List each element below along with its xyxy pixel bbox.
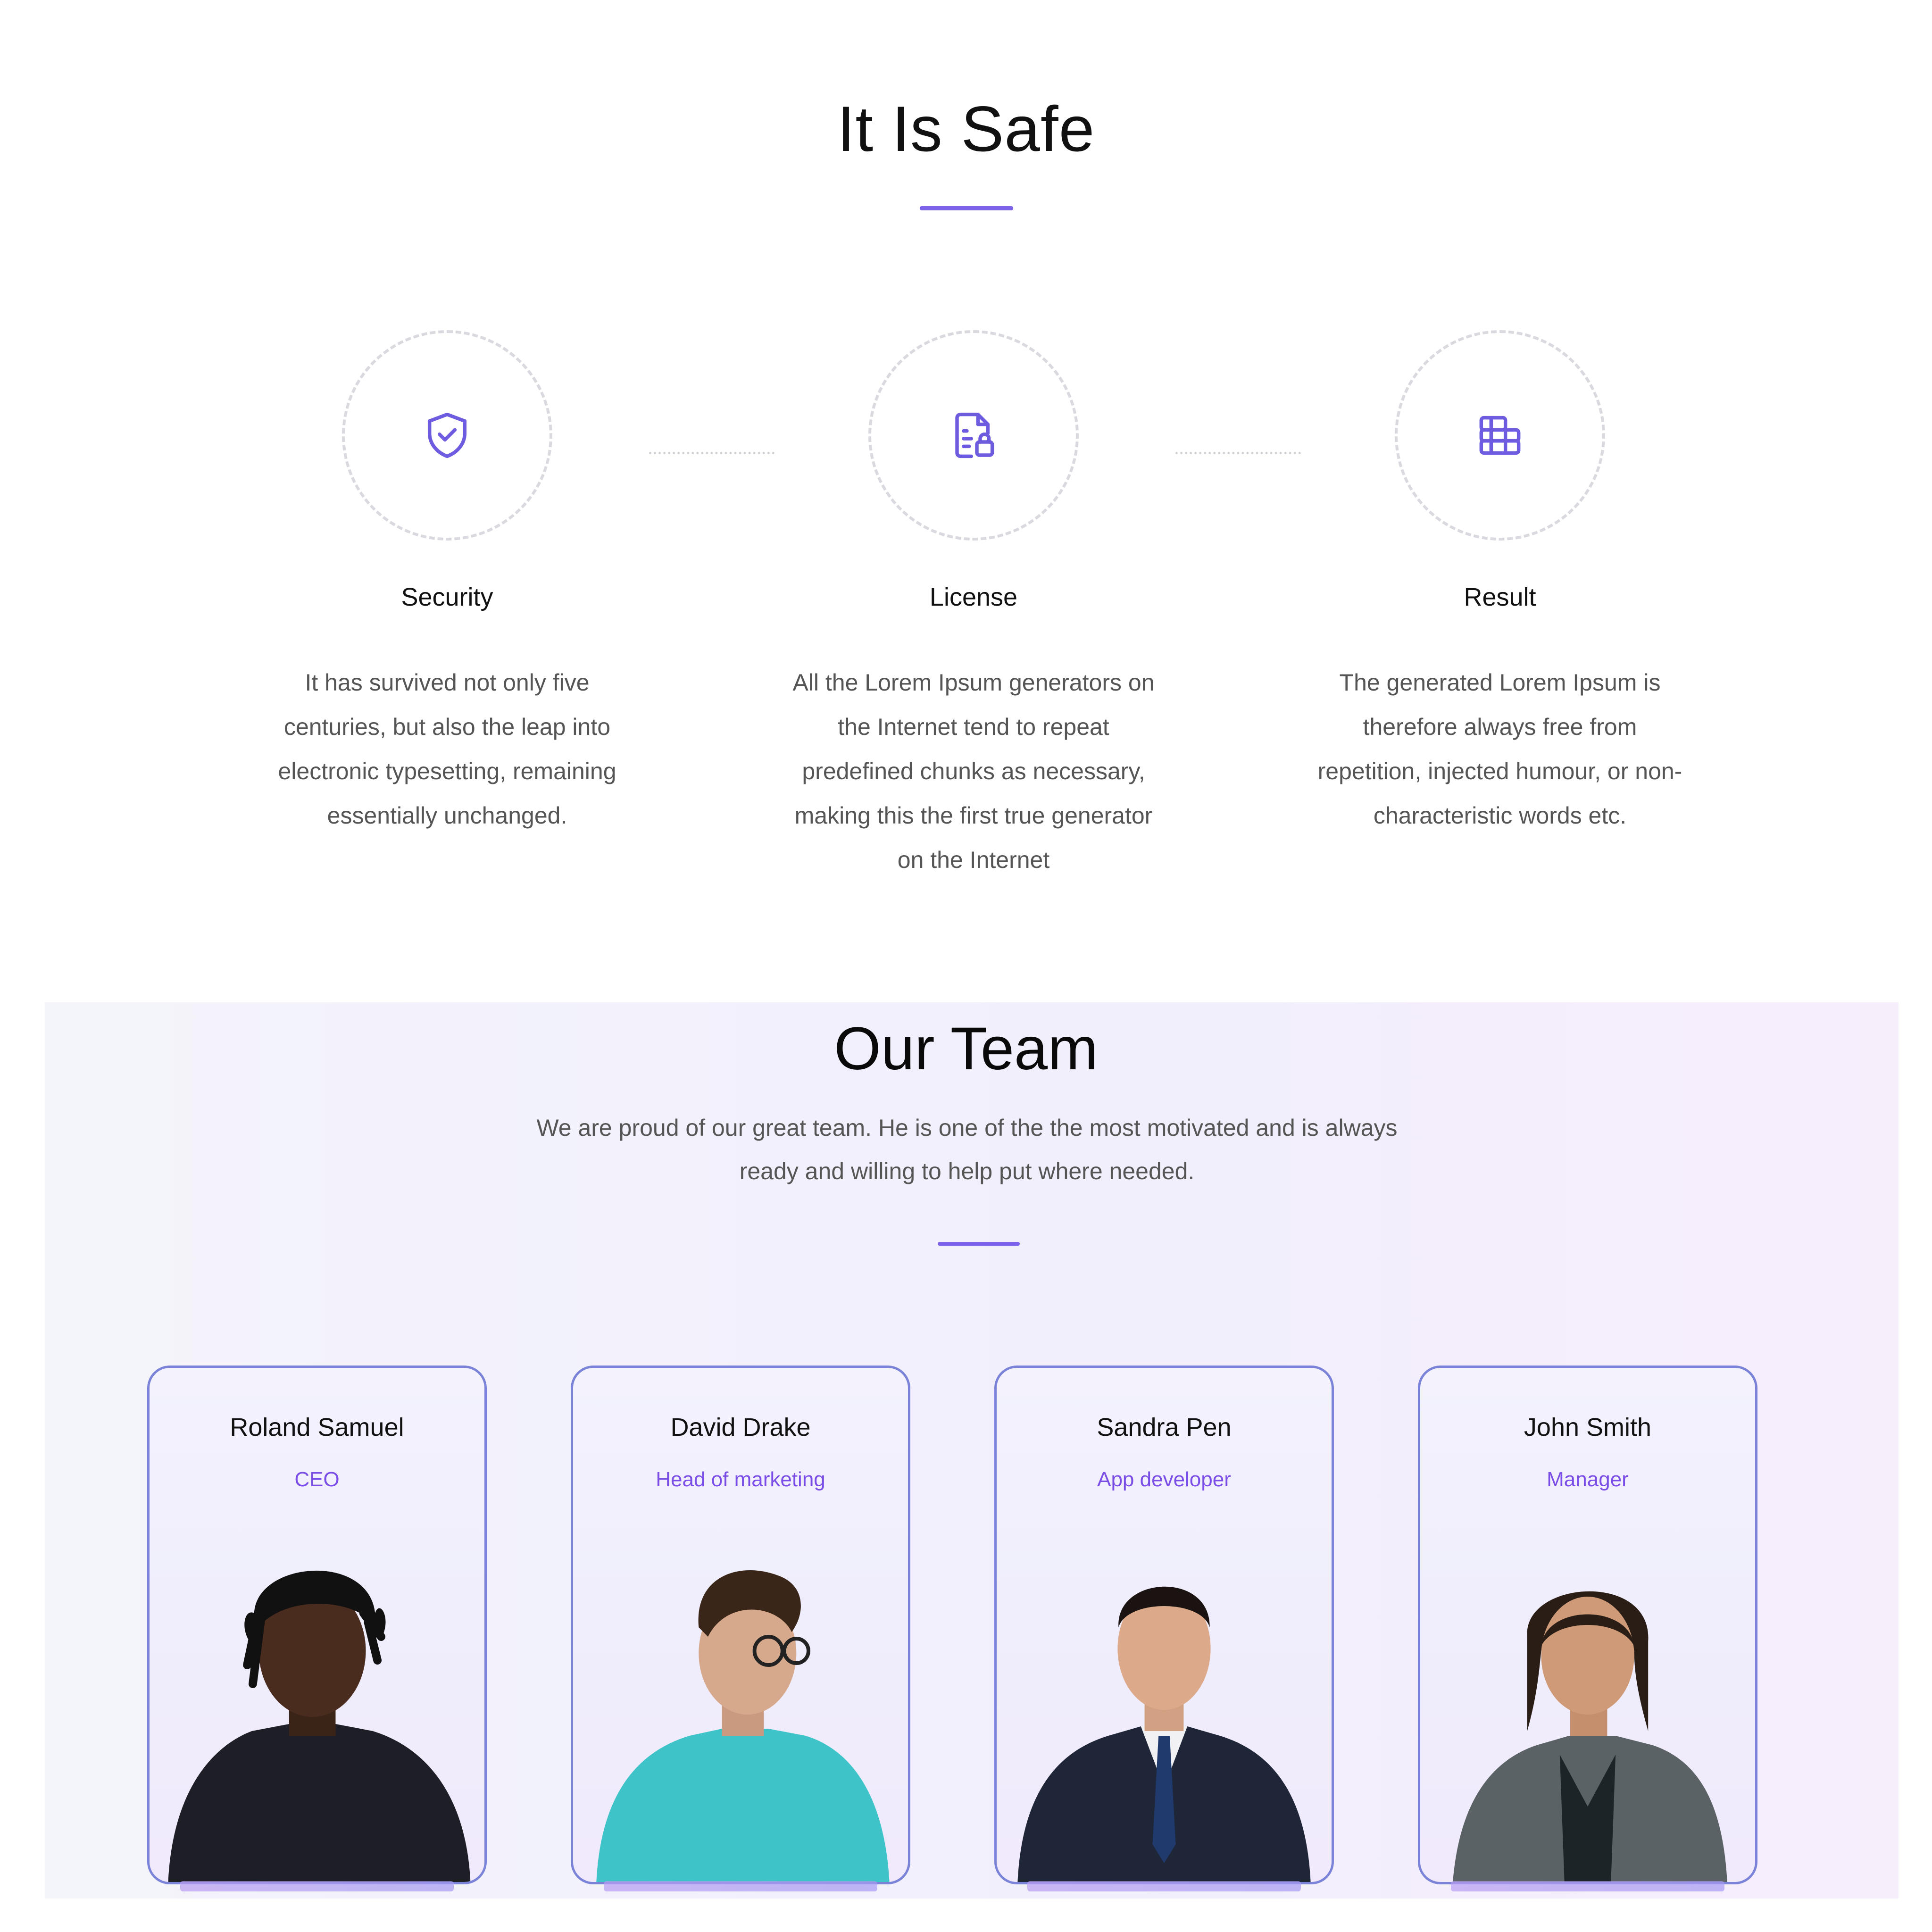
team-card[interactable]: Roland Samuel CEO xyxy=(147,1366,487,1884)
document-lock-icon xyxy=(955,412,994,458)
card-accent-bar xyxy=(180,1881,454,1891)
feature-license-circle xyxy=(868,330,1079,541)
feature-security-circle xyxy=(342,330,552,541)
team-section-title: Our Team xyxy=(834,1015,1098,1083)
team-card[interactable]: Sandra Pen App developer xyxy=(994,1366,1334,1884)
feature-description: It has survived not only five centuries,… xyxy=(278,669,616,829)
safe-title-underline xyxy=(920,206,1013,210)
team-card[interactable]: David Drake Head of marketing xyxy=(571,1366,910,1884)
member-role: CEO xyxy=(294,1468,340,1491)
member-photo xyxy=(596,1570,890,1882)
card-accent-bar xyxy=(1027,1881,1301,1891)
team-card[interactable]: John Smith Manager xyxy=(1418,1366,1757,1884)
team-title-underline xyxy=(938,1242,1020,1246)
feature-description: The generated Lorem Ipsum is therefore a… xyxy=(1317,669,1682,829)
dotted-connector xyxy=(649,452,774,454)
member-role: Manager xyxy=(1547,1468,1629,1491)
member-photo xyxy=(1453,1591,1727,1882)
member-photo xyxy=(168,1570,471,1882)
member-name: John Smith xyxy=(1524,1413,1652,1441)
team-section-subtitle: We are proud of our great team. He is on… xyxy=(536,1115,1398,1184)
member-role: Head of marketing xyxy=(656,1468,825,1491)
member-photo xyxy=(1017,1586,1311,1882)
database-stack-icon xyxy=(1479,416,1521,455)
page: It Is Safe Security It has survived not … xyxy=(0,0,1932,1932)
card-accent-bar xyxy=(604,1881,877,1891)
feature-title: Security xyxy=(401,583,493,611)
feature-title: License xyxy=(929,583,1018,611)
member-name: Roland Samuel xyxy=(230,1413,404,1441)
feature-result-circle xyxy=(1395,330,1605,541)
feature-description: All the Lorem Ipsum generators on the In… xyxy=(792,669,1155,873)
card-accent-bar xyxy=(1451,1881,1724,1891)
dotted-connector xyxy=(1175,452,1301,454)
member-role: App developer xyxy=(1097,1468,1231,1491)
member-name: Sandra Pen xyxy=(1097,1413,1232,1441)
shield-check-icon xyxy=(427,412,467,458)
feature-title: Result xyxy=(1464,583,1536,611)
safe-section-title: It Is Safe xyxy=(837,93,1095,165)
member-name: David Drake xyxy=(670,1413,811,1441)
